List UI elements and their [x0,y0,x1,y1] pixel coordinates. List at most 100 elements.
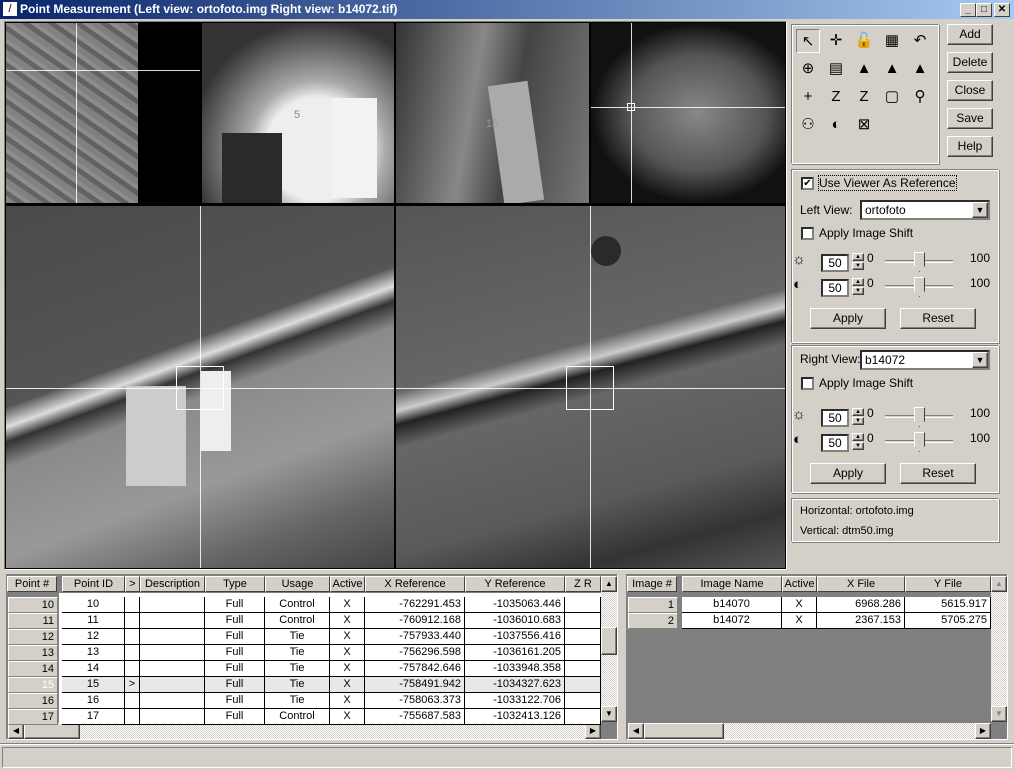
overview-left-view[interactable] [6,23,200,203]
table-cell[interactable]: Full [205,613,265,629]
column-header[interactable]: X File [817,576,905,592]
use-viewer-reference-checkbox[interactable]: ✔ [801,177,814,190]
table-cell[interactable]: Control [265,709,330,725]
triangle-image-icon[interactable]: ▲ [880,57,904,81]
table-cell[interactable]: -762291.453 [365,597,465,613]
table-cell[interactable] [140,693,205,709]
table-cell[interactable]: X [782,597,817,613]
table-cell[interactable] [565,693,601,709]
help-button[interactable]: Help [947,136,993,157]
table-cell[interactable]: Full [205,597,265,613]
table-cell[interactable] [125,613,140,629]
minimize-button[interactable]: _ [960,3,976,17]
table-cell[interactable]: Tie [265,693,330,709]
row-header[interactable]: 12 [8,629,58,645]
table-cell[interactable]: Full [205,629,265,645]
table-cell[interactable]: Control [265,597,330,613]
left-apply-button[interactable]: Apply [810,308,886,329]
row-header[interactable]: 1 [628,597,678,613]
table-cell[interactable] [565,629,601,645]
triangle-page-icon[interactable]: ▲ [908,57,932,81]
right-brightness-input[interactable] [821,409,849,427]
table-cell[interactable]: 17 [62,709,125,725]
table-cell[interactable]: 15 [62,677,125,693]
scrollbar-thumb[interactable] [601,627,617,655]
row-header[interactable]: 16 [8,693,58,709]
table-cell[interactable]: b14070 [682,597,782,613]
table-cell[interactable]: X [330,693,365,709]
delete-button[interactable]: Delete [947,52,993,73]
table-cell[interactable] [565,709,601,725]
spin-up-icon[interactable]: ▲ [852,278,864,286]
table-cell[interactable] [140,613,205,629]
spin-down-icon[interactable]: ▼ [852,287,864,295]
right-apply-shift-checkbox[interactable] [801,377,814,390]
viewer-link-icon[interactable]: ⚇ [796,113,820,137]
column-header[interactable]: > [125,576,140,592]
table-cell[interactable]: Full [205,645,265,661]
horizontal-scrollbar[interactable] [8,723,601,739]
column-header[interactable]: Usage [265,576,330,592]
row-header[interactable]: 15 [8,677,58,693]
table-cell[interactable]: X [782,613,817,629]
table-cell[interactable] [125,693,140,709]
lock-icon[interactable]: 🔓 [852,29,876,53]
right-reset-button[interactable]: Reset [900,463,976,484]
table-cell[interactable] [125,661,140,677]
table-cell[interactable]: -758063.373 [365,693,465,709]
table-cell[interactable] [125,709,140,725]
table-cell[interactable]: -757933.440 [365,629,465,645]
row-header[interactable]: 14 [8,661,58,677]
table-cell[interactable] [125,645,140,661]
column-header[interactable]: Z R [565,576,601,592]
table-cell[interactable] [565,613,601,629]
row-header[interactable]: 2 [628,613,678,629]
spin-down-icon[interactable]: ▼ [852,417,864,425]
zoom-box-icon[interactable]: ⊠ [852,113,876,137]
table-cell[interactable] [125,629,140,645]
table-cell[interactable]: 5615.917 [905,597,991,613]
chevron-down-icon[interactable]: ▼ [972,202,988,218]
link-icon[interactable]: ⚲ [908,85,932,109]
column-header[interactable]: Y Reference [465,576,565,592]
table-cell[interactable] [140,661,205,677]
table-cell[interactable]: X [330,645,365,661]
box-icon[interactable]: ▢ [880,85,904,109]
table-cell[interactable] [140,709,205,725]
table-cell[interactable]: -760912.168 [365,613,465,629]
table-cell[interactable] [140,597,205,613]
table-cell[interactable] [140,629,205,645]
row-header[interactable]: 17 [8,709,58,725]
column-header[interactable]: X Reference [365,576,465,592]
column-header[interactable]: Type [205,576,265,592]
spin-up-icon[interactable]: ▲ [852,408,864,416]
table-cell[interactable]: 13 [62,645,125,661]
z-box-icon[interactable]: Z [852,85,876,109]
close-button[interactable]: Close [947,80,993,101]
left-apply-shift-checkbox[interactable] [801,227,814,240]
row-header[interactable]: 11 [8,613,58,629]
scroll-up-icon[interactable]: ▲ [991,576,1007,592]
column-header[interactable]: Point ID [62,576,125,592]
column-header[interactable]: Active [330,576,365,592]
close-window-button[interactable]: ✕ [994,3,1010,17]
add-point-icon[interactable]: + [796,85,820,109]
table-cell[interactable]: 11 [62,613,125,629]
table-cell[interactable]: X [330,661,365,677]
table-cell[interactable]: Tie [265,629,330,645]
table-cell[interactable]: -1036010.683 [465,613,565,629]
table-cell[interactable]: 10 [62,597,125,613]
table-cell[interactable]: > [125,677,140,693]
overview-right-view[interactable] [591,23,785,203]
table-cell[interactable] [565,597,601,613]
scroll-down-icon[interactable]: ▼ [601,706,617,722]
triangle-icon[interactable]: ▲ [852,57,876,81]
left-view-select[interactable]: ortofoto ▼ [860,200,990,220]
scroll-down-icon[interactable]: ▼ [991,706,1007,722]
undo-icon[interactable]: ↶ [908,29,932,53]
table-cell[interactable]: Full [205,709,265,725]
table-cell[interactable]: -1032413.126 [465,709,565,725]
table-cell[interactable]: -1033122.706 [465,693,565,709]
table-cell[interactable]: Tie [265,645,330,661]
scroll-right-icon[interactable]: ▶ [975,723,991,739]
